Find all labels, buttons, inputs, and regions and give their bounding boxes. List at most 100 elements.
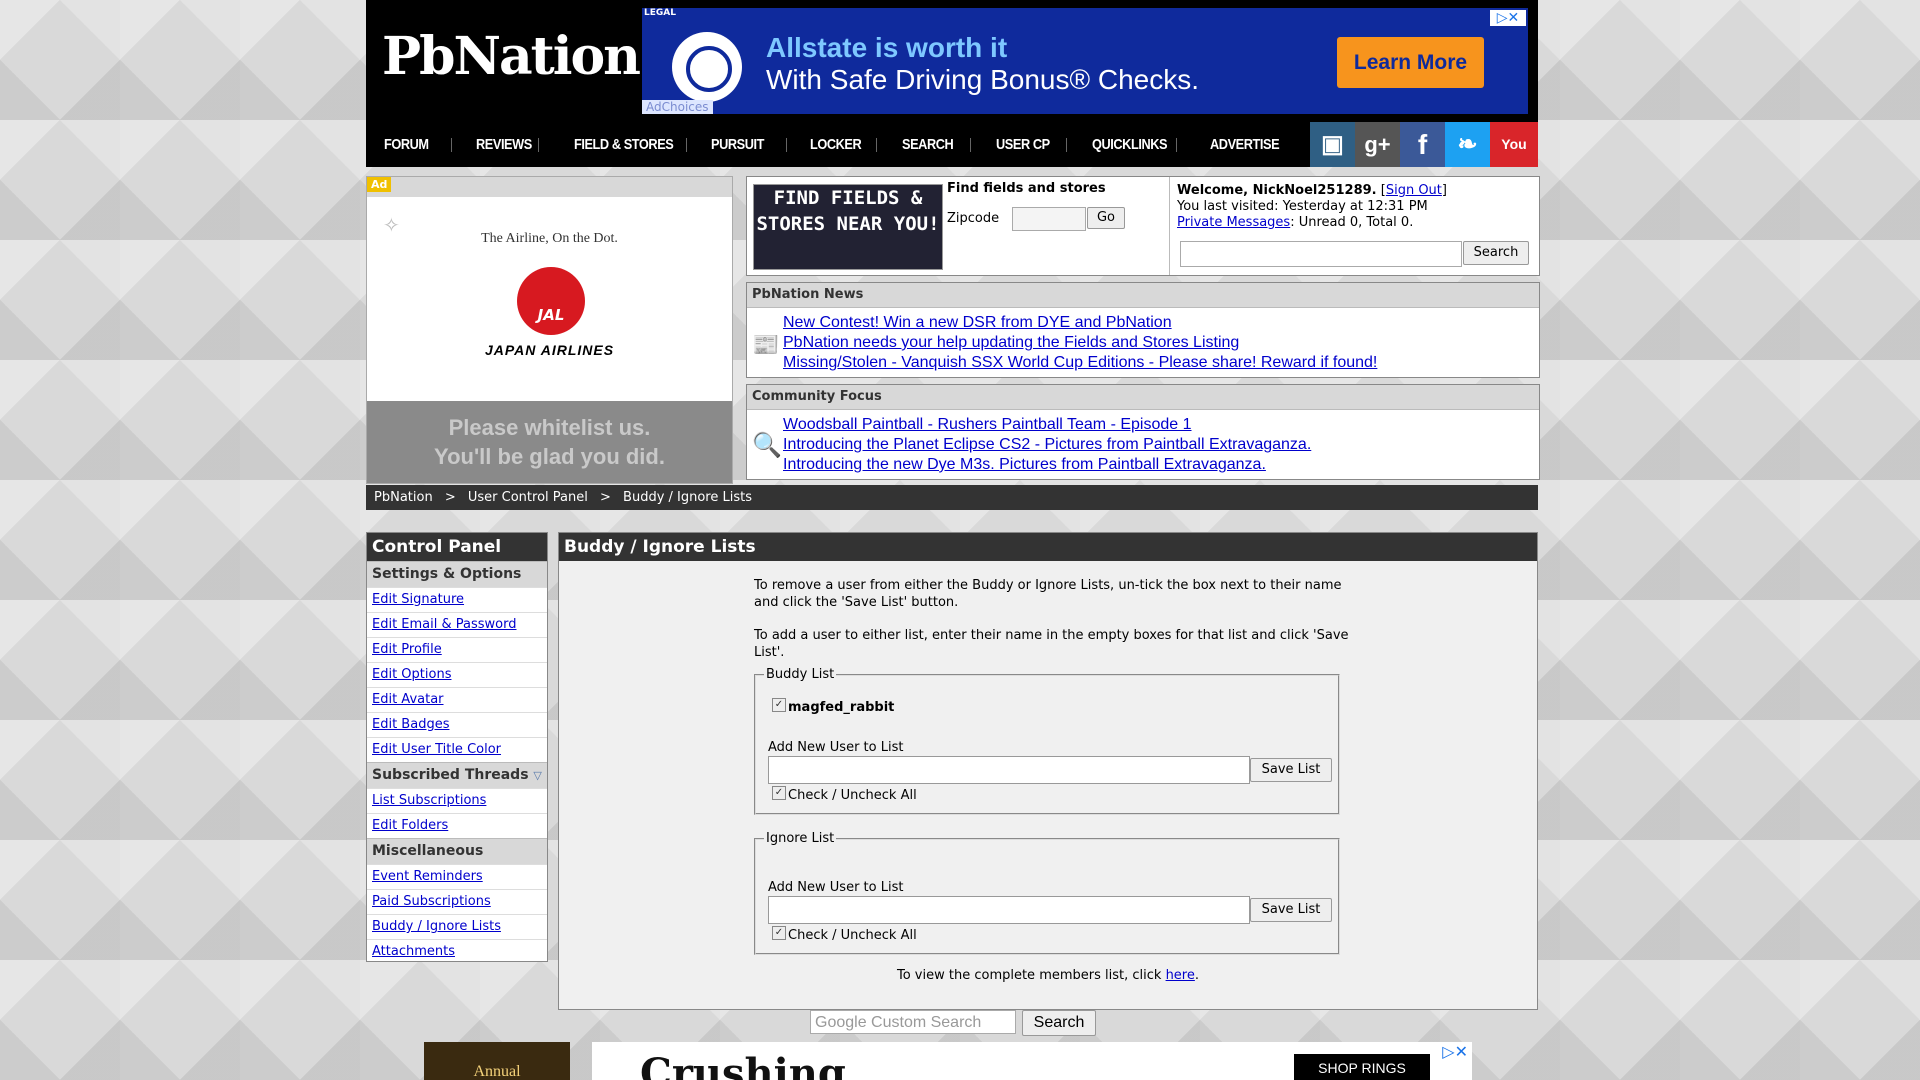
zipcode-label: Zipcode <box>947 211 1000 226</box>
cp-item-edit-avatar[interactable]: Edit Avatar <box>372 692 444 707</box>
nav-field-stores[interactable]: FIELD & STORES <box>574 122 674 167</box>
members-list-note: To view the complete members list, click… <box>559 968 1537 983</box>
ad-top-bar <box>367 177 732 197</box>
control-panel-sidebar: Control Panel Settings & Options Edit Si… <box>366 532 548 962</box>
ad-close-icon[interactable]: ▷✕ <box>1490 10 1526 26</box>
jal-crane-logo: JAL <box>517 267 585 335</box>
ignore-check-all-checkbox[interactable]: ✓ <box>772 926 786 940</box>
private-messages-link[interactable]: Private Messages <box>1177 215 1290 230</box>
focus-item[interactable]: Introducing the Planet Eclipse CS2 - Pic… <box>783 435 1311 455</box>
page-title: Buddy / Ignore Lists <box>559 533 1537 561</box>
zipcode-go-button[interactable]: Go <box>1087 207 1125 229</box>
ad-tagline: The Airline, On the Dot. <box>481 231 618 246</box>
buddy-add-input[interactable] <box>768 756 1250 784</box>
ignore-check-all-label: Check / Uncheck All <box>788 928 917 943</box>
zipcode-input[interactable] <box>1012 207 1086 231</box>
cp-section-subscribed-label: Subscribed Threads <box>372 767 529 783</box>
instructions: To remove a user from either the Buddy o… <box>754 577 1354 661</box>
ignore-save-button[interactable]: Save List <box>1250 898 1332 922</box>
welcome-panel: Welcome, NickNoel251289. [Sign Out] You … <box>1169 177 1527 275</box>
news-item[interactable]: PbNation needs your help updating the Fi… <box>783 333 1377 353</box>
adchoices-label[interactable]: AdChoices <box>642 100 713 114</box>
top-banner-ad[interactable]: LEGAL Allstate is worth it With Safe Dri… <box>642 8 1528 114</box>
ad-close-icon[interactable]: ▷✕ <box>1442 1042 1468 1061</box>
instructions-remove: To remove a user from either the Buddy o… <box>754 578 1342 610</box>
welcome-greeting: Welcome, NickNoel251289. <box>1177 183 1377 198</box>
breadcrumb-separator: > <box>444 490 456 505</box>
site-header: PbNation LEGAL Allstate is worth it With… <box>366 0 1538 167</box>
focus-item[interactable]: Woodsball Paintball - Rushers Paintball … <box>783 415 1311 435</box>
news-box: PbNation News 📰 New Contest! Win a new D… <box>746 282 1540 378</box>
cp-section-misc: Miscellaneous <box>367 838 547 864</box>
site-search-button[interactable]: Search <box>1463 241 1529 265</box>
buddy-member-name: magfed_rabbit <box>788 700 895 715</box>
buddy-member-checkbox[interactable]: ✓ <box>772 698 786 712</box>
news-item[interactable]: New Contest! Win a new DSR from DYE and … <box>783 313 1377 333</box>
buddy-ignore-panel: Buddy / Ignore Lists To remove a user fr… <box>558 532 1538 1010</box>
last-visit-text: You last visited: Yesterday at 12:31 PM <box>1177 199 1428 214</box>
nav-separator <box>1066 138 1067 152</box>
breadcrumb-home[interactable]: PbNation <box>374 490 433 505</box>
cp-item-edit-email-password[interactable]: Edit Email & Password <box>372 617 517 632</box>
find-fields-title: Find fields and stores <box>947 181 1106 196</box>
focus-item[interactable]: Introducing the new Dye M3s. Pictures fr… <box>783 455 1311 475</box>
cp-item-edit-badges[interactable]: Edit Badges <box>372 717 449 732</box>
bottom-ad-left[interactable]: Annual <box>424 1042 570 1080</box>
cp-item-edit-signature[interactable]: Edit Signature <box>372 592 464 607</box>
sidebar-ad[interactable]: Ad ✧ The Airline, On the Dot. JAL JAPAN … <box>366 176 733 484</box>
cp-item-buddy-ignore[interactable]: Buddy / Ignore Lists <box>372 919 501 934</box>
cp-item-edit-title-color[interactable]: Edit User Title Color <box>372 742 501 757</box>
collapse-icon[interactable]: ▽ <box>533 769 541 782</box>
ignore-list-legend: Ignore List <box>766 831 835 846</box>
nav-pursuit[interactable]: PURSUIT <box>711 122 764 167</box>
cp-section-settings: Settings & Options <box>367 561 547 587</box>
ignore-add-input[interactable] <box>768 896 1250 924</box>
breadcrumb-separator: > <box>599 490 611 505</box>
bottom-ad-banner[interactable]: Crushing SHOP RINGS ▷✕ <box>592 1042 1472 1080</box>
cp-item-edit-folders[interactable]: Edit Folders <box>372 818 448 833</box>
twitter-icon[interactable]: ❧ <box>1445 122 1490 167</box>
shop-rings-button[interactable]: SHOP RINGS <box>1294 1054 1430 1080</box>
find-fields-banner[interactable]: FIND FIELDS & STORES NEAR YOU! <box>753 184 943 270</box>
google-custom-search-input[interactable]: Google Custom Search <box>810 1010 1016 1034</box>
nav-advertise[interactable]: ADVERTISE <box>1210 122 1280 167</box>
ad-learn-more-button[interactable]: Learn More <box>1337 37 1484 88</box>
nav-search[interactable]: SEARCH <box>902 122 954 167</box>
members-list-link[interactable]: here <box>1166 968 1195 983</box>
facebook-icon[interactable]: f <box>1400 122 1445 167</box>
members-note-end: . <box>1194 968 1199 983</box>
breadcrumb-user-cp[interactable]: User Control Panel <box>468 490 588 505</box>
instructions-add: To add a user to either list, enter thei… <box>754 628 1349 660</box>
site-search-input[interactable] <box>1180 241 1462 267</box>
site-logo[interactable]: PbNation <box>382 26 641 87</box>
nav-separator <box>786 138 787 152</box>
cp-item-edit-options[interactable]: Edit Options <box>372 667 451 682</box>
nav-quicklinks[interactable]: QUICKLINKS <box>1092 122 1168 167</box>
instagram-icon[interactable]: ▣ <box>1310 122 1355 167</box>
cp-item-list-subscriptions[interactable]: List Subscriptions <box>372 793 486 808</box>
cp-item-edit-profile[interactable]: Edit Profile <box>372 642 442 657</box>
nav-separator <box>876 138 877 152</box>
breadcrumb: PbNation > User Control Panel > Buddy / … <box>366 485 1538 510</box>
news-item[interactable]: Missing/Stolen - Vanquish SSX World Cup … <box>783 353 1377 373</box>
youtube-icon[interactable]: You <box>1490 122 1538 167</box>
ad-legal-label: LEGAL <box>644 8 676 18</box>
buddy-check-all-checkbox[interactable]: ✓ <box>772 786 786 800</box>
buddy-list-legend: Buddy List <box>766 667 835 682</box>
find-fields-box: FIND FIELDS & STORES NEAR YOU! Find fiel… <box>746 176 1540 276</box>
cp-item-paid-subscriptions[interactable]: Paid Subscriptions <box>372 894 491 909</box>
google-search-button[interactable]: Search <box>1022 1010 1096 1036</box>
nav-user-cp[interactable]: USER CP <box>996 122 1050 167</box>
ad-brand: JAPAN AIRLINES <box>484 342 615 358</box>
cp-section-subscribed[interactable]: Subscribed Threads ▽ <box>367 762 547 788</box>
nav-reviews[interactable]: REVIEWS <box>476 122 532 167</box>
buddy-save-button[interactable]: Save List <box>1250 758 1332 782</box>
nav-locker[interactable]: LOCKER <box>810 122 862 167</box>
cp-item-attachments[interactable]: Attachments <box>372 944 455 959</box>
sign-out-link[interactable]: Sign Out <box>1386 183 1442 198</box>
nav-separator <box>1176 138 1177 152</box>
ad-headline: Allstate is worth it <box>766 32 1008 63</box>
google-plus-icon[interactable]: g+ <box>1355 122 1400 167</box>
cp-item-event-reminders[interactable]: Event Reminders <box>372 869 483 884</box>
nav-forum[interactable]: FORUM <box>384 122 429 167</box>
